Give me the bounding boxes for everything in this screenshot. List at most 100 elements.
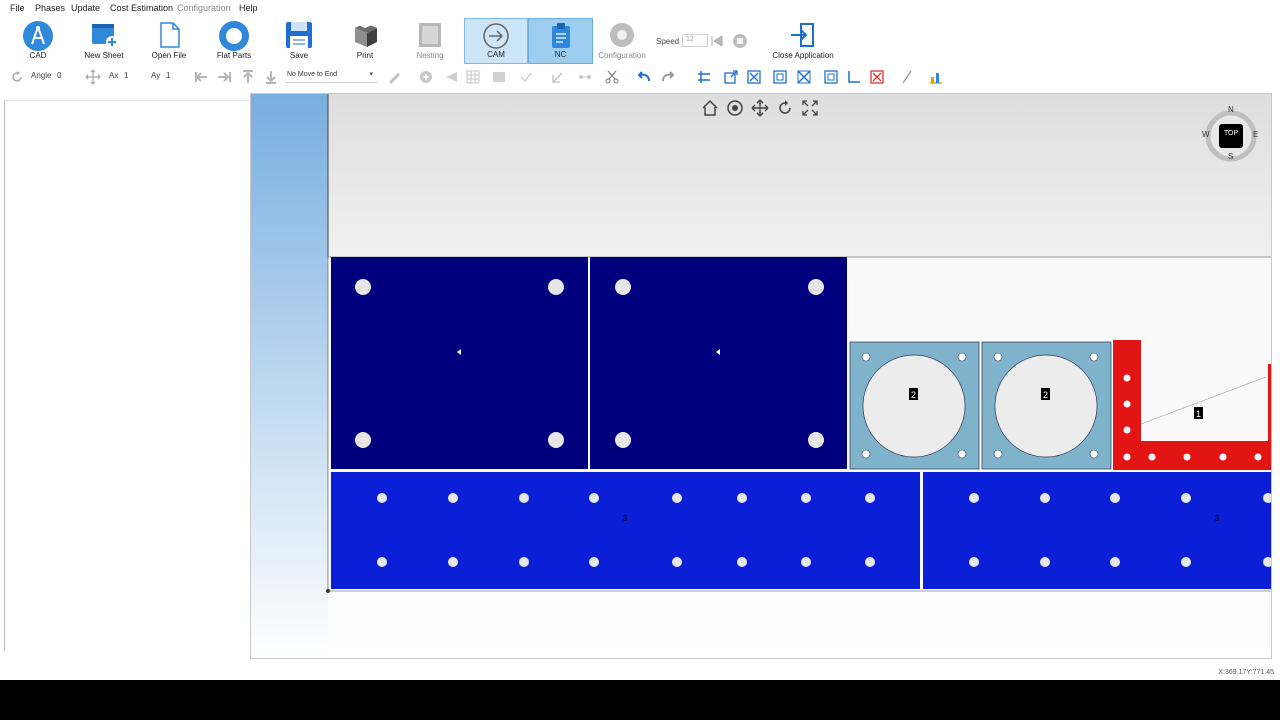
home-icon[interactable] [701, 99, 719, 117]
exit-icon [791, 23, 814, 47]
triangle-left-icon[interactable] [443, 69, 459, 85]
add-circle-icon[interactable] [418, 69, 434, 85]
speed-label: Speed [656, 37, 680, 46]
nesting-icon [419, 23, 441, 47]
red-part-label: 1 [1196, 409, 1201, 419]
menu-update[interactable]: Update [71, 3, 100, 13]
grid-icon[interactable] [465, 69, 481, 85]
open-file-icon [160, 22, 180, 48]
menu-configuration[interactable]: Configuration [177, 3, 231, 13]
move-mode-select[interactable]: No Move to End ▾ [285, 70, 377, 83]
nc-tool-icon[interactable] [491, 69, 507, 85]
gear-icon [610, 23, 634, 47]
stop-icon[interactable] [732, 33, 748, 49]
ax-input[interactable]: 1 [124, 71, 128, 80]
fullscreen-icon[interactable] [801, 99, 819, 117]
scissors-icon[interactable] [604, 69, 620, 85]
close-application-button[interactable]: Close Application [768, 18, 838, 64]
open-file-button[interactable]: Open File [145, 18, 193, 64]
compass-w: W [1202, 130, 1210, 139]
toolbar: Angle 0 Ax 1 Ay 1 No Move to End ▾ [0, 66, 1280, 88]
print-label: Print [356, 51, 374, 60]
move-mode-value: No Move to End [287, 71, 338, 78]
coordinate-readout: X:369.17Y:771.45 [1218, 669, 1274, 676]
move-icon[interactable] [85, 69, 101, 85]
menu-bar: File Phases Update Cost Estimation Confi… [0, 0, 1280, 18]
chart-icon[interactable] [928, 69, 944, 85]
angle-input[interactable]: 0 [57, 71, 61, 80]
new-sheet-button[interactable]: New Sheet [80, 18, 128, 64]
menu-cost-estimation[interactable]: Cost Estimation [110, 3, 173, 13]
speed-input[interactable]: 12 [682, 34, 708, 47]
save-label: Save [289, 51, 309, 60]
link-icon[interactable] [550, 69, 566, 85]
chevron-down-icon: ▾ [369, 71, 373, 78]
sheet-viewport[interactable]: 2 2 1 3 3 TOP N S E W [250, 93, 1272, 659]
reset-rotate-icon[interactable] [776, 99, 794, 117]
cad-button[interactable]: CAD [14, 18, 62, 64]
fit-icon[interactable] [772, 69, 788, 85]
orbit-icon[interactable] [726, 99, 744, 117]
corner-icon[interactable] [846, 69, 862, 85]
configuration-button[interactable]: Configuration [596, 18, 648, 64]
pencil-icon[interactable] [386, 69, 402, 85]
arrow-right-circle-icon [483, 23, 509, 49]
compass-n: N [1228, 105, 1234, 114]
circle-part-1-label: 2 [911, 390, 916, 400]
flat-parts-button[interactable]: Flat Parts [210, 18, 258, 64]
blue-part-1-label: 3 [623, 514, 628, 523]
menu-help[interactable]: Help [239, 3, 258, 13]
sheet-canvas[interactable]: 2 2 1 3 3 [251, 94, 1272, 659]
menu-file[interactable]: File [10, 3, 25, 13]
nesting-button[interactable]: Nesting [407, 18, 453, 64]
cam-button[interactable]: CAM [464, 18, 528, 64]
compass-s: S [1228, 152, 1234, 161]
save-icon [286, 22, 312, 48]
side-panel [4, 100, 249, 650]
skip-back-icon[interactable] [709, 34, 725, 48]
arrow-left-end-icon[interactable] [193, 69, 209, 85]
ax-label: Ax [109, 71, 119, 80]
print-button[interactable]: Print [342, 18, 388, 64]
redo-icon[interactable] [660, 69, 676, 85]
compass-e: E [1253, 130, 1259, 139]
app-window: File Phases Update Cost Estimation Confi… [0, 0, 1280, 720]
blue-part-2[interactable] [923, 472, 1272, 589]
slash-icon[interactable] [899, 69, 915, 85]
clipboard-icon [551, 23, 570, 48]
nesting-label: Nesting [416, 51, 444, 60]
connect-icon[interactable] [577, 69, 593, 85]
cam-label: CAM [487, 50, 505, 59]
configuration-label: Configuration [598, 51, 646, 60]
menu-phases[interactable]: Phases [35, 3, 65, 13]
blue-part-2-label: 3 [1215, 514, 1220, 523]
circle-part-2-label: 2 [1043, 390, 1048, 400]
compass-top-label: TOP [1223, 130, 1239, 137]
align-icon[interactable] [696, 69, 712, 85]
check-icon[interactable] [518, 69, 534, 85]
blue-part-1[interactable] [331, 472, 920, 589]
arrow-down-icon[interactable] [263, 69, 279, 85]
arrow-right-icon[interactable] [216, 69, 232, 85]
new-sheet-icon [92, 24, 118, 48]
arrow-up-icon[interactable] [240, 69, 256, 85]
frame-icon[interactable] [823, 69, 839, 85]
cad-label: CAD [29, 51, 47, 60]
undo-icon[interactable] [636, 69, 652, 85]
ay-input[interactable]: 1 [166, 71, 170, 80]
rotate-icon[interactable] [9, 69, 25, 85]
ay-label: Ay [151, 71, 161, 80]
export-icon[interactable] [723, 69, 739, 85]
mirror-icon[interactable] [796, 69, 812, 85]
remove-icon[interactable] [869, 69, 885, 85]
ribbon: CAD New Sheet Open File Flat Parts Save … [0, 18, 1280, 66]
flat-parts-label: Flat Parts [216, 51, 252, 60]
view-compass[interactable]: TOP N S E W [1202, 105, 1259, 164]
pan-icon[interactable] [751, 99, 769, 117]
print-icon [355, 22, 377, 47]
open-file-label: Open File [151, 51, 187, 60]
nc-label: NC [554, 50, 567, 59]
save-button[interactable]: Save [276, 18, 322, 64]
delete-box-icon[interactable] [746, 69, 762, 85]
nc-button[interactable]: NC [528, 18, 593, 64]
